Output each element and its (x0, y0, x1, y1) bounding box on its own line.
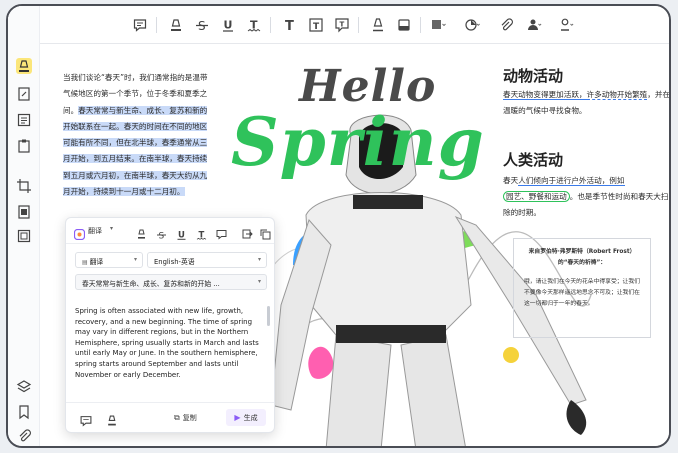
copy-icon[interactable] (260, 225, 271, 240)
translation-output[interactable]: Spring is often associated with new life… (75, 306, 265, 380)
source-text-select[interactable]: 春天常常与新生命、成长、复苏和新的开始 ... ▾ (75, 274, 267, 290)
highlighter-icon[interactable] (168, 17, 184, 33)
svg-text:S: S (159, 232, 165, 241)
chevron-down-icon[interactable]: ▾ (110, 225, 113, 232)
toolbar-divider (156, 17, 157, 33)
svg-text:T: T (285, 19, 294, 33)
layers-icon[interactable] (16, 379, 32, 395)
quote-body: 哦，请让我们在今天的花朵中得享受；让我们不要像今天那样遥远地思念不可及；让我们在… (524, 279, 640, 307)
mode-select-value: 翻译 (89, 258, 104, 266)
human-activity-text: 春天人们倾向于进行户外活动，例如 园艺、野餐和运动 。也是季节性时尚和春天大扫除的时… (503, 173, 669, 221)
quote-box: 来自罗伯特·弗罗斯特（Robert Frost） 的“春天的祈祷”： 哦，请让我… (513, 238, 651, 338)
attachment-sidebar-icon[interactable] (16, 428, 32, 444)
app-window: S U T T T T (6, 4, 671, 448)
document-page: 当我们谈论“春天”时，我们通常指的是温带气候地区的第一个季节，位于冬季和夏季之间… (41, 45, 669, 446)
squiggly-underline-icon[interactable]: T (246, 17, 262, 33)
svg-text:T: T (313, 22, 320, 32)
circled-text[interactable]: 园艺、野餐和运动 (503, 191, 570, 202)
compare-icon[interactable] (16, 228, 32, 244)
shape-icon[interactable] (430, 17, 446, 33)
panel-footer: ⧉ 复制 ▶ 生成 (66, 402, 274, 432)
chevron-down-icon: ▾ (257, 278, 261, 285)
ai-assistant-icon[interactable] (73, 225, 86, 241)
squiggly-underlined-text[interactable]: 许多动物开始繁殖 (586, 90, 648, 100)
pen-icon[interactable] (370, 17, 386, 33)
translate-mode-icon: ▤ (82, 259, 90, 266)
underlined-text[interactable]: 人们倾向于进行户外活动，例如 (518, 176, 625, 186)
left-paragraph[interactable]: 当我们谈论“春天”时，我们通常指的是温带气候地区的第一个季节，位于冬季和夏季之间… (63, 70, 211, 200)
ocr-icon[interactable] (16, 138, 32, 154)
svg-text:U: U (224, 19, 233, 32)
spring-heading: Spring (231, 103, 485, 181)
copy-icon: ⧉ (174, 413, 180, 422)
left-sidebar (8, 6, 40, 446)
highlighter-icon[interactable] (106, 412, 118, 426)
chevron-down-icon: ▾ (133, 256, 137, 263)
source-text-value: 春天常常与新生命、成长、复苏和新的开始 ... (82, 280, 220, 288)
organize-icon[interactable] (16, 204, 32, 220)
language-select-value: English-英语 (154, 258, 195, 266)
underline-icon[interactable]: U (220, 17, 236, 33)
comment-icon[interactable] (216, 225, 227, 240)
language-select[interactable]: English-英语 ▾ (147, 252, 267, 268)
copy-button-label: 复制 (182, 414, 197, 422)
animal-activity-text: 春天动物变得更加活跃，许多动物开始繁殖，并在温暖的气候中寻找食物。 (503, 87, 669, 119)
copy-to-page-icon[interactable] (242, 225, 253, 239)
svg-text:T: T (340, 21, 345, 29)
scrollbar[interactable] (267, 306, 270, 326)
strikethrough-icon[interactable]: S (156, 225, 167, 242)
generate-button[interactable]: ▶ 生成 (226, 409, 266, 426)
sticker-icon[interactable] (464, 17, 480, 33)
toolbar-divider (420, 17, 421, 33)
translate-label[interactable]: 翻译 (88, 226, 102, 236)
copy-button[interactable]: ⧉ 复制 (174, 411, 197, 425)
toolbar-divider (270, 17, 271, 33)
edit-page-icon[interactable] (16, 86, 32, 102)
highlight-tool-icon[interactable] (16, 58, 32, 74)
text-icon[interactable]: T (282, 17, 298, 34)
quote-title: 来自罗伯特·弗罗斯特（Robert Frost） (528, 249, 636, 255)
human-activity-heading: 人类活动 (503, 151, 564, 169)
send-icon: ▶ (234, 413, 241, 422)
top-toolbar: S U T T T T (8, 6, 669, 44)
underlined-text[interactable]: 春天动物变得更加活跃， (503, 90, 587, 100)
comment-icon[interactable] (132, 17, 148, 33)
text-callout-icon[interactable]: T (334, 17, 350, 33)
paragraph-text: 春天 (503, 176, 519, 185)
crop-icon[interactable] (16, 178, 32, 194)
bookmark-icon[interactable] (16, 404, 32, 420)
chevron-down-icon: ▾ (257, 256, 261, 263)
mode-select[interactable]: ▤ 翻译 ▾ (75, 252, 143, 268)
highlighted-text[interactable]: 春天常常与新生命、成长、复苏和新的开始联系在一起。春天的时间在不同的地区可能有所… (63, 105, 208, 197)
squiggly-underline-icon[interactable]: T (196, 225, 207, 241)
quote-subtitle: 的“春天的祈祷”： (557, 260, 607, 266)
underline-icon[interactable]: U (176, 225, 187, 241)
translate-panel: 翻译 ▾ S U T ▤ 翻译 ▾ English-英语 ▾ 春天常常与新生命、… (65, 217, 275, 433)
stamp-icon[interactable] (526, 17, 542, 33)
comment-icon[interactable] (80, 412, 92, 427)
strikethrough-icon[interactable]: S (194, 17, 210, 33)
panel-toolbar: 翻译 ▾ S U T (66, 218, 274, 244)
generate-button-label: 生成 (243, 413, 258, 422)
animal-activity-heading: 动物活动 (503, 67, 564, 85)
reader-icon[interactable] (16, 112, 32, 128)
toolbar-divider (358, 17, 359, 33)
svg-text:U: U (178, 231, 185, 241)
eraser-icon[interactable] (396, 17, 412, 33)
highlighter-icon[interactable] (136, 225, 147, 239)
textbox-icon[interactable]: T (308, 17, 324, 33)
signature-icon[interactable] (558, 17, 574, 33)
attachment-icon[interactable] (498, 17, 514, 33)
